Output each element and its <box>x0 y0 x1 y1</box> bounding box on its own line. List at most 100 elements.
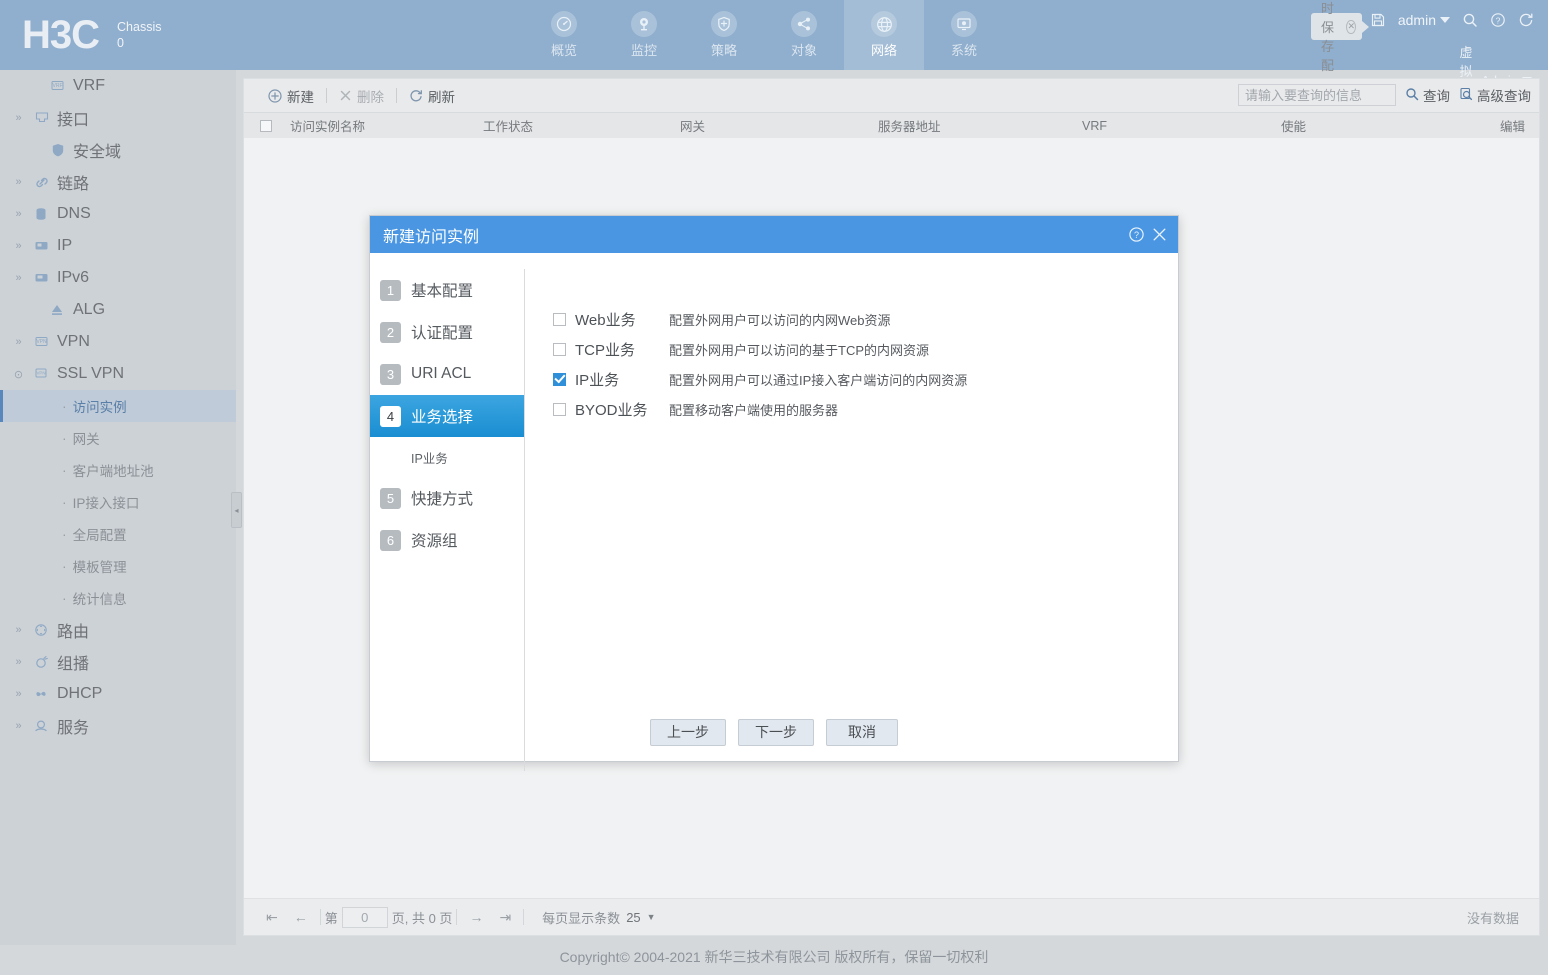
nav-item-network[interactable]: 网络 <box>844 0 924 70</box>
sidebar-item-gateway[interactable]: 网关 <box>0 422 236 454</box>
svg-text:VPN: VPN <box>36 371 45 376</box>
sidebar-item-alg[interactable]: ALG <box>0 294 236 326</box>
sidebar-sub-label: 客户端地址池 <box>72 464 154 479</box>
link-icon <box>32 175 52 190</box>
step-resource-group[interactable]: 6 资源组 <box>370 519 524 561</box>
sidebar-item-label: 服务 <box>57 720 90 737</box>
sidebar-item-dns[interactable]: » DNS <box>0 198 236 230</box>
column-header-gateway[interactable]: 网关 <box>680 116 705 135</box>
nav-label: 系统 <box>950 43 977 58</box>
nav-item-overview[interactable]: 概览 <box>524 0 604 70</box>
logout-icon[interactable] <box>1518 12 1534 28</box>
sidebar-item-statistics[interactable]: 统计信息 <box>0 582 236 614</box>
advanced-query-button[interactable]: 高级查询 <box>1459 85 1531 105</box>
chevron-right-icon[interactable]: » <box>12 208 25 221</box>
page-size-selector[interactable]: 每页显示条数 25 ▼ <box>542 908 655 927</box>
sidebar-item-global-config[interactable]: 全局配置 <box>0 518 236 550</box>
first-page-button[interactable]: ⇤ <box>258 909 286 926</box>
select-all-checkbox[interactable] <box>260 120 272 132</box>
search-icon[interactable] <box>1462 12 1478 28</box>
save-icon[interactable] <box>1370 12 1386 28</box>
close-icon[interactable] <box>1151 226 1168 243</box>
previous-step-button[interactable]: 上一步 <box>650 718 726 746</box>
step-auth-config[interactable]: 2 认证配置 <box>370 311 524 353</box>
chevron-right-icon[interactable]: » <box>12 272 25 285</box>
next-step-button[interactable]: 下一步 <box>738 718 814 746</box>
step-shortcut[interactable]: 5 快捷方式 <box>370 477 524 519</box>
column-header-status[interactable]: 工作状态 <box>483 116 533 135</box>
step-number: 5 <box>380 487 401 509</box>
sidebar-item-ip-access-interface[interactable]: IP接入接口 <box>0 486 236 518</box>
chevron-right-icon[interactable]: » <box>12 240 25 253</box>
refresh-button[interactable]: 刷新 <box>397 85 467 107</box>
step-label: 快捷方式 <box>411 491 474 508</box>
help-icon[interactable]: ? <box>1490 12 1506 28</box>
step-substep-ip-service[interactable]: IP业务 <box>370 437 524 477</box>
top-header: H3C Chassis 0 概览 监控 策略 对象 网络 系统 时保存配 ✕ a… <box>0 0 1548 117</box>
share-nodes-icon <box>791 11 817 37</box>
delete-button[interactable]: 删除 <box>327 85 396 107</box>
ip-service-checkbox[interactable] <box>553 372 566 386</box>
substep-label: IP业务 <box>411 451 448 466</box>
sidebar-item-label: 接口 <box>57 112 90 129</box>
sidebar-item-security-zone[interactable]: 安全域 <box>0 134 236 166</box>
sidebar-item-route[interactable]: » 路由 <box>0 614 236 646</box>
chevron-right-icon[interactable]: » <box>12 176 25 189</box>
sidebar-item-dhcp[interactable]: » DHCP <box>0 678 236 710</box>
vrf-icon: VRF <box>48 80 68 93</box>
next-page-button[interactable]: → <box>461 909 491 925</box>
new-button[interactable]: 新建 <box>256 85 326 107</box>
chevron-right-icon[interactable]: » <box>12 688 25 701</box>
nav-item-monitor[interactable]: 监控 <box>604 0 684 70</box>
column-header-enable[interactable]: 使能 <box>1281 116 1306 135</box>
chevron-right-icon[interactable]: » <box>12 112 25 125</box>
sidebar-item-interface[interactable]: » 接口 <box>0 102 236 134</box>
sidebar-item-ip[interactable]: » IP <box>0 230 236 262</box>
sidebar-item-service[interactable]: » 服务 <box>0 710 236 742</box>
chevron-right-icon[interactable]: » <box>12 720 25 733</box>
sidebar-item-client-address-pool[interactable]: 客户端地址池 <box>0 454 236 486</box>
nav-item-policy[interactable]: 策略 <box>684 0 764 70</box>
step-service-selection[interactable]: 4 业务选择 <box>370 395 524 437</box>
chevron-down-icon[interactable]: ⊙ <box>12 368 25 381</box>
sidebar-item-vpn[interactable]: » VPN VPN <box>0 326 236 358</box>
step-label: 资源组 <box>411 533 458 550</box>
step-basic-config[interactable]: 1 基本配置 <box>370 269 524 311</box>
sidebar-item-label: 组播 <box>57 656 90 673</box>
sidebar-item-multicast[interactable]: » 组播 <box>0 646 236 678</box>
query-button[interactable]: 查询 <box>1405 85 1450 105</box>
last-page-button[interactable]: ⇥ <box>491 909 519 926</box>
column-header-edit[interactable]: 编辑 <box>1500 116 1525 135</box>
column-header-name[interactable]: 访问实例名称 <box>290 116 365 135</box>
column-header-vrf[interactable]: VRF <box>1082 119 1107 133</box>
search-input[interactable] <box>1238 84 1396 106</box>
sidebar-collapse-handle[interactable]: ◂ <box>231 492 242 528</box>
sidebar-item-ipv6[interactable]: » IPv6 <box>0 262 236 294</box>
step-number: 3 <box>380 363 401 385</box>
tcp-service-checkbox[interactable] <box>553 342 566 356</box>
chevron-right-icon[interactable]: » <box>12 336 25 349</box>
sidebar-item-vrf[interactable]: VRF VRF <box>0 70 236 102</box>
prev-page-button[interactable]: ← <box>286 909 316 925</box>
sidebar-item-access-instance[interactable]: 访问实例 <box>0 390 236 422</box>
header-icon-group: admin ? <box>1370 12 1534 28</box>
column-header-server[interactable]: 服务器地址 <box>878 116 941 135</box>
chevron-right-icon[interactable]: » <box>12 624 25 637</box>
sidebar-item-link[interactable]: » 链路 <box>0 166 236 198</box>
chevron-right-icon[interactable]: » <box>12 656 25 669</box>
nav-item-object[interactable]: 对象 <box>764 0 844 70</box>
admin-menu[interactable]: admin <box>1398 12 1450 28</box>
page-number-input[interactable] <box>341 906 388 928</box>
close-icon[interactable]: ✕ <box>1346 19 1356 34</box>
step-uri-acl[interactable]: 3 URI ACL <box>370 353 524 395</box>
svg-text:VPN: VPN <box>36 339 47 345</box>
help-icon[interactable]: ? <box>1128 226 1145 243</box>
multicast-icon <box>32 655 52 670</box>
web-service-checkbox[interactable] <box>553 312 566 326</box>
cancel-button[interactable]: 取消 <box>826 718 898 746</box>
sidebar-item-ssl-vpn[interactable]: ⊙ VPN SSL VPN <box>0 358 236 390</box>
sidebar-item-template-management[interactable]: 模板管理 <box>0 550 236 582</box>
byod-service-checkbox[interactable] <box>553 402 566 416</box>
nav-item-system[interactable]: 系统 <box>924 0 1004 70</box>
pagination-bar: ⇤ ← 第 页, 共 0 页 → ⇥ 每页显示条数 25 ▼ 没有数据 <box>244 898 1539 935</box>
